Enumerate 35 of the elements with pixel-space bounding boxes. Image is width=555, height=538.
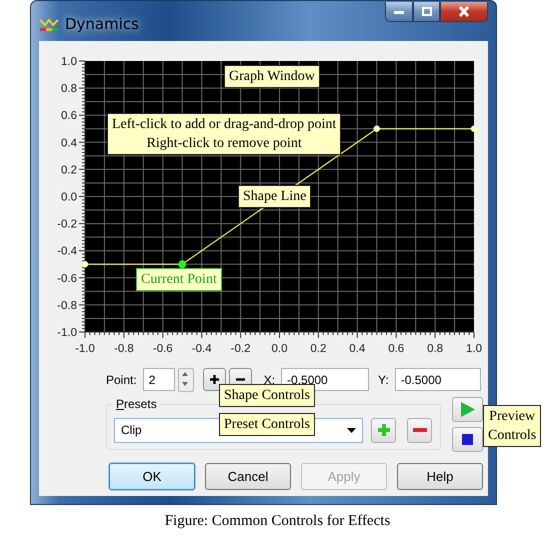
y-tick-label: -0.8 [57,300,77,312]
annotation-tooltip: Shape Line [238,185,312,208]
x-tick-label: 0.0 [272,343,288,355]
y-tick-label: -1.0 [57,327,77,339]
x-tick-label: 0.2 [310,343,326,355]
y-tick-label: 0.6 [61,110,77,122]
x-tick-label: 1.0 [466,343,482,355]
x-label: X: [264,372,276,386]
y-tick-label: -0.4 [57,246,77,258]
x-tick-label: -1.0 [75,343,95,355]
annotation-tooltip: Preview Controls [483,405,542,447]
y-tick-label: -0.6 [57,272,77,285]
x-tick-label: 0.6 [388,343,404,355]
x-tick-label: -0.2 [230,343,251,355]
annotation-tooltip: Left-click to add or drag-and-drop point Right-click to remove point [107,113,342,155]
annotation-tooltip: Shape Controls [219,384,315,407]
y-label: Y: [378,372,389,386]
y-tick-label: 0.4 [61,137,77,150]
y-tick-label: 1.0 [61,56,77,68]
y-tick-label: -0.2 [57,218,77,231]
window-title: Dynamics [65,15,139,33]
x-tick-label: -0.4 [192,343,212,355]
annotation-tooltip: Graph Window [224,65,320,88]
figure-caption: Figure: Common Controls for Effects [164,513,390,529]
x-tick-label: -0.6 [152,343,173,355]
x-tick-label: 0.8 [427,343,444,355]
x-tick-label: -0.8 [114,343,134,355]
x-tick-label: 0.4 [349,343,366,355]
point-label: Point: [106,372,137,386]
y-tick-label: 0.8 [61,83,77,96]
annotation-tooltip: Preset Controls [219,413,315,436]
y-tick-label: 0.2 [61,164,77,176]
presets-label: Presets [115,397,158,411]
annotation-tooltip: Current Point [136,268,222,291]
y-tick-label: 0.0 [61,192,77,204]
